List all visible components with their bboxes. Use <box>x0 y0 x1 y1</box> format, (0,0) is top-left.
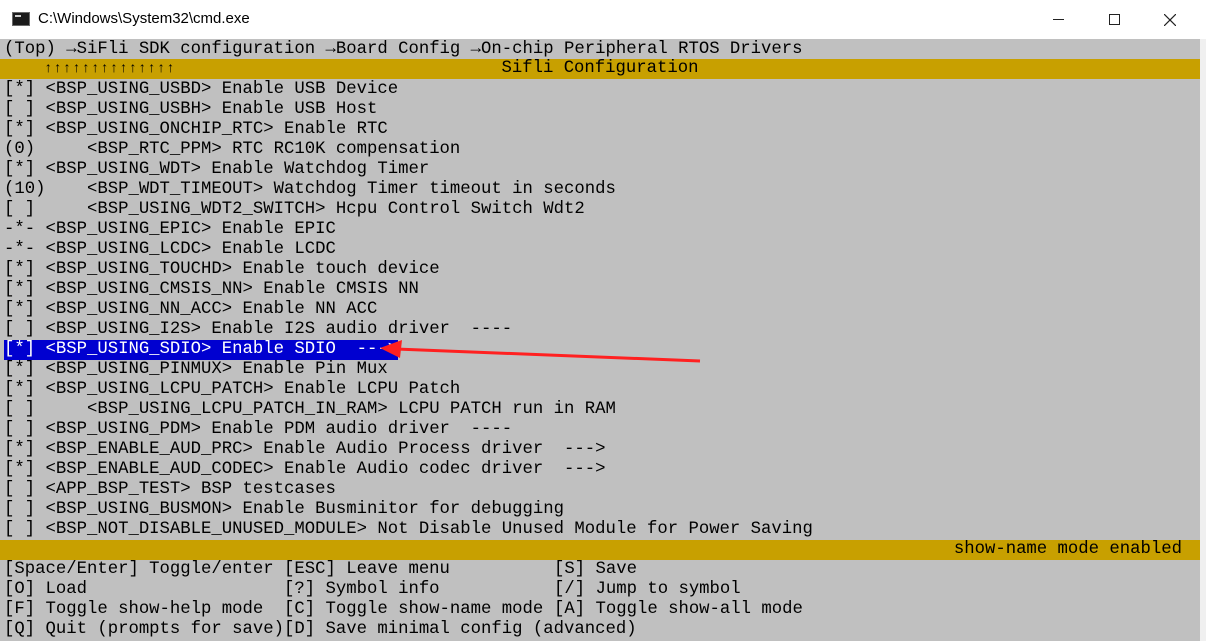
menu-item-label: [ ] <BSP_USING_WDT2_SWITCH> Hcpu Control… <box>4 200 585 219</box>
menu-item[interactable]: [*] <BSP_USING_PINMUX> Enable Pin Mux <box>0 360 1200 380</box>
menu-item[interactable]: [*] <BSP_USING_WDT> Enable Watchdog Time… <box>0 160 1200 180</box>
help-entry: [ESC] Leave menu <box>284 560 450 579</box>
console-scrollbar[interactable] <box>1200 39 1206 641</box>
help-entry: [?] Symbol info <box>284 580 440 599</box>
menu-item[interactable]: -*- <BSP_USING_LCDC> Enable LCDC <box>0 240 1200 260</box>
menu-header-bar: ↑↑↑↑↑↑↑↑↑↑↑↑↑↑ Sifli Configuration <box>0 59 1200 79</box>
help-entry: [A] Toggle show-all mode <box>554 600 803 619</box>
help-entry: [Q] Quit (prompts for save) <box>4 620 285 639</box>
menu-item-label: [*] <BSP_USING_TOUCHD> Enable touch devi… <box>4 260 440 279</box>
close-icon <box>1164 13 1176 26</box>
help-entry: [C] Toggle show-name mode <box>284 600 544 619</box>
menu-item[interactable]: [*] <BSP_USING_ONCHIP_RTC> Enable RTC <box>0 120 1200 140</box>
menu-item[interactable]: [*] <BSP_USING_CMSIS_NN> Enable CMSIS NN <box>0 280 1200 300</box>
menu-item-label: [*] <BSP_USING_CMSIS_NN> Enable CMSIS NN <box>4 280 419 299</box>
menu-item[interactable]: (0) <BSP_RTC_PPM> RTC RC10K compensation <box>0 140 1200 160</box>
menu-item[interactable]: [ ] <APP_BSP_TEST> BSP testcases <box>0 480 1200 500</box>
help-entry: [O] Load <box>4 580 87 599</box>
help-entry: [/] Jump to symbol <box>554 580 741 599</box>
menu-item-label: [*] <BSP_USING_PINMUX> Enable Pin Mux <box>4 360 388 379</box>
menu-title: Sifli Configuration <box>501 59 699 78</box>
cmd-app-icon <box>12 12 30 26</box>
menu-item-label: [ ] <BSP_USING_USBH> Enable USB Host <box>4 100 378 119</box>
menu-item-label: [ ] <BSP_USING_BUSMON> Enable Busminitor… <box>4 500 565 519</box>
menu-item-label: [*] <BSP_USING_USBD> Enable USB Device <box>4 80 399 99</box>
status-bar: show-name mode enabled <box>0 540 1200 560</box>
menu-item[interactable]: [*] <BSP_USING_NN_ACC> Enable NN ACC <box>0 300 1200 320</box>
menu-item-label: [ ] <BSP_USING_I2S> Enable I2S audio dri… <box>4 320 513 339</box>
close-button[interactable] <box>1142 0 1198 39</box>
menu-item[interactable]: [*] <BSP_USING_TOUCHD> Enable touch devi… <box>0 260 1200 280</box>
menu-item[interactable]: [*] <BSP_USING_LCPU_PATCH> Enable LCPU P… <box>0 380 1200 400</box>
menu-item[interactable]: [ ] <BSP_USING_WDT2_SWITCH> Hcpu Control… <box>0 200 1200 220</box>
menu-item-label: [*] <BSP_USING_ONCHIP_RTC> Enable RTC <box>4 120 388 139</box>
menu-item-label: [*] <BSP_USING_LCPU_PATCH> Enable LCPU P… <box>4 380 461 399</box>
menu-item[interactable]: [*] <BSP_ENABLE_AUD_CODEC> Enable Audio … <box>0 460 1200 480</box>
menu-item[interactable]: [*] <BSP_ENABLE_AUD_PRC> Enable Audio Pr… <box>0 440 1200 460</box>
maximize-icon <box>1108 14 1120 25</box>
menu-item[interactable]: [ ] <BSP_USING_LCPU_PATCH_IN_RAM> LCPU P… <box>0 400 1200 420</box>
menu-item[interactable]: -*- <BSP_USING_EPIC> Enable EPIC <box>0 220 1200 240</box>
menu-item-label: [*] <BSP_ENABLE_AUD_PRC> Enable Audio Pr… <box>4 440 606 459</box>
menu-item-label: (0) <BSP_RTC_PPM> RTC RC10K compensation <box>4 140 461 159</box>
help-entry: [D] Save minimal config (advanced) <box>284 620 637 639</box>
menu-item-label: [ ] <APP_BSP_TEST> BSP testcases <box>4 480 336 499</box>
menu-item-label: [ ] <BSP_USING_PDM> Enable PDM audio dri… <box>4 420 513 439</box>
status-text: show-name mode enabled <box>953 540 1182 559</box>
menu-item-label: -*- <BSP_USING_EPIC> Enable EPIC <box>4 220 336 239</box>
menu-item-label: [*] <BSP_USING_NN_ACC> Enable NN ACC <box>4 300 378 319</box>
maximize-button[interactable] <box>1086 0 1142 39</box>
help-entry: [Space/Enter] Toggle/enter <box>4 560 274 579</box>
menu-item[interactable]: [ ] <BSP_USING_PDM> Enable PDM audio dri… <box>0 420 1200 440</box>
help-entry: [S] Save <box>554 560 637 579</box>
menu-item-label: [ ] <BSP_NOT_DISABLE_UNUSED_MODULE> Not … <box>4 520 813 539</box>
menu-item[interactable]: [*] <BSP_USING_USBD> Enable USB Device <box>0 80 1200 100</box>
menu-item[interactable]: (10) <BSP_WDT_TIMEOUT> Watchdog Timer ti… <box>0 180 1200 200</box>
menu-item[interactable]: [ ] <BSP_USING_USBH> Enable USB Host <box>0 100 1200 120</box>
menu-item[interactable]: [ ] <BSP_USING_I2S> Enable I2S audio dri… <box>0 320 1200 340</box>
window-titlebar: C:\Windows\System32\cmd.exe <box>0 0 1206 39</box>
menu-item[interactable]: [*] <BSP_USING_SDIO> Enable SDIO ---> <box>0 340 1200 360</box>
menu-item-label: (10) <BSP_WDT_TIMEOUT> Watchdog Timer ti… <box>4 180 616 199</box>
menu-item-label: [*] <BSP_ENABLE_AUD_CODEC> Enable Audio … <box>4 460 606 479</box>
menu-item[interactable]: [ ] <BSP_USING_BUSMON> Enable Busminitor… <box>0 500 1200 520</box>
menu-item-label: [*] <BSP_USING_SDIO> Enable SDIO ---> <box>4 340 399 360</box>
menu-item-label: -*- <BSP_USING_LCDC> Enable LCDC <box>4 240 336 259</box>
menu-item-label: [*] <BSP_USING_WDT> Enable Watchdog Time… <box>4 160 430 179</box>
breadcrumb: (Top) →SiFli SDK configuration →Board Co… <box>4 40 803 59</box>
console-area: (Top) →SiFli SDK configuration →Board Co… <box>0 39 1200 641</box>
help-entry: [F] Toggle show-help mode <box>4 600 264 619</box>
minimize-button[interactable] <box>1030 0 1086 39</box>
minimize-icon <box>1052 19 1064 20</box>
menu-item-label: [ ] <BSP_USING_LCPU_PATCH_IN_RAM> LCPU P… <box>4 400 616 419</box>
window-title: C:\Windows\System32\cmd.exe <box>38 10 250 27</box>
menu-item[interactable]: [ ] <BSP_NOT_DISABLE_UNUSED_MODULE> Not … <box>0 520 1200 540</box>
